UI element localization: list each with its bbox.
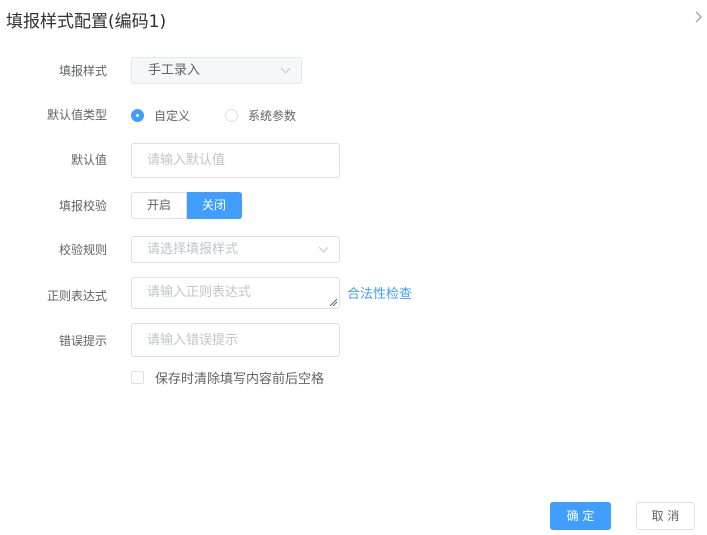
confirm-button[interactable]: 确 定 — [550, 502, 611, 530]
cancel-button[interactable]: 取 消 — [636, 502, 695, 530]
regex-field[interactable] — [131, 277, 340, 309]
validity-check-link[interactable]: 合法性检查 — [347, 287, 412, 303]
checkbox-unchecked-icon — [131, 371, 144, 384]
default-value-label: 默认值 — [70, 153, 107, 167]
validation-rule-label: 校验规则 — [58, 243, 107, 257]
fill-style-select: 手工录入 — [131, 57, 302, 84]
radio-custom[interactable]: 自定义 — [131, 107, 190, 123]
fill-style-label: 填报样式 — [58, 64, 107, 78]
error-hint-field[interactable] — [131, 323, 340, 357]
radio-unchecked-icon — [225, 108, 238, 122]
chevron-down-icon — [318, 242, 329, 253]
dialog-title: 填报样式配置(编码1) — [6, 12, 167, 32]
radio-custom-label: 自定义 — [154, 108, 191, 123]
fill-style-value: 手工录入 — [148, 63, 201, 78]
validation-on-button[interactable]: 开启 — [131, 192, 188, 219]
chevron-down-icon — [280, 63, 291, 74]
validation-toggle: 开启 关闭 — [131, 192, 243, 219]
resize-handle-icon[interactable] — [329, 298, 337, 306]
default-type-label: 默认值类型 — [46, 108, 107, 122]
error-hint-label: 错误提示 — [58, 334, 107, 348]
regex-label: 正则表达式 — [46, 289, 107, 303]
config-dialog: 填报样式配置(编码1) 填报样式 手工录入 默认值类型 自定义 系统参数 默认值… — [0, 0, 707, 535]
radio-system-param[interactable]: 系统参数 — [225, 107, 296, 123]
validation-rule-placeholder: 请选择填报样式 — [147, 242, 239, 257]
trim-whitespace-label: 保存时清除填写内容前后空格 — [155, 372, 325, 387]
default-value-field[interactable] — [131, 143, 340, 178]
regex-textarea[interactable] — [132, 278, 339, 308]
chevron-right-icon[interactable] — [693, 10, 707, 30]
error-hint-input[interactable] — [132, 324, 339, 356]
validation-label: 填报校验 — [58, 199, 107, 213]
validation-off-button[interactable]: 关闭 — [187, 192, 243, 219]
radio-system-param-label: 系统参数 — [248, 108, 297, 123]
trim-whitespace-checkbox[interactable]: 保存时清除填写内容前后空格 — [131, 368, 324, 387]
radio-checked-icon — [131, 108, 144, 122]
validation-rule-select[interactable]: 请选择填报样式 — [131, 236, 340, 263]
default-value-input[interactable] — [132, 144, 339, 177]
